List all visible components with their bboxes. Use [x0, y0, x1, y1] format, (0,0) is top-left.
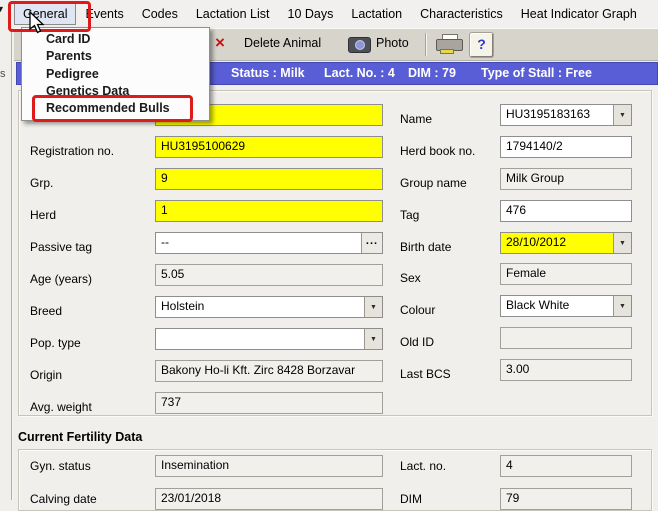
- pop-type-label: Pop. type: [30, 332, 81, 354]
- menu-item-card-id[interactable]: Card ID: [46, 31, 90, 48]
- birth-date-dropdown-button[interactable]: ▼: [613, 233, 631, 253]
- menu-events[interactable]: Events: [76, 3, 132, 25]
- menu-item-parents[interactable]: Parents: [46, 48, 92, 65]
- passive-tag-label: Passive tag: [30, 236, 92, 258]
- photo-button[interactable]: Photo: [376, 36, 409, 50]
- passive-tag-value[interactable]: --: [156, 233, 361, 253]
- herd-book-no-field[interactable]: 1794140/2: [500, 136, 632, 158]
- status-stall-type: Type of Stall : Free: [481, 66, 592, 80]
- menu-general[interactable]: General: [14, 3, 76, 25]
- avg-weight-field: 737: [155, 392, 383, 414]
- chevron-down-icon: ▼: [370, 298, 377, 317]
- left-panel-text-fragment: s: [0, 68, 6, 80]
- pop-type-combobox[interactable]: ▼: [155, 328, 383, 350]
- herd-field[interactable]: 1: [155, 200, 383, 222]
- grp-field[interactable]: 9: [155, 168, 383, 190]
- menu-10-days[interactable]: 10 Days: [279, 3, 343, 25]
- toolbar-separator: [425, 33, 427, 56]
- colour-value[interactable]: Black White: [501, 296, 613, 316]
- breed-dropdown-button[interactable]: ▼: [364, 297, 382, 317]
- colour-label: Colour: [400, 299, 435, 321]
- age-field: 5.05: [155, 264, 383, 286]
- chevron-down-icon: ▼: [619, 106, 626, 125]
- delete-x-icon: ×: [215, 32, 225, 54]
- fertility-section-title: Current Fertility Data: [18, 430, 142, 444]
- camera-lens: [355, 40, 365, 50]
- age-label: Age (years): [30, 268, 92, 290]
- name-dropdown-button[interactable]: ▼: [613, 105, 631, 125]
- status-lact-no: Lact. No. : 4: [324, 66, 395, 80]
- old-id-label: Old ID: [400, 331, 434, 353]
- colour-combobox[interactable]: Black White ▼: [500, 295, 632, 317]
- status-milk: Status : Milk: [231, 66, 305, 80]
- breed-value[interactable]: Holstein: [156, 297, 364, 317]
- name-value[interactable]: HU3195183163: [501, 105, 613, 125]
- delete-animal-button[interactable]: Delete Animal: [244, 36, 321, 50]
- pop-type-dropdown-button[interactable]: ▼: [364, 329, 382, 349]
- grp-label: Grp.: [30, 172, 53, 194]
- chevron-down-icon: ▼: [370, 330, 377, 349]
- window-caret-icon: ▼: [0, 4, 5, 14]
- lact-no-label: Lact. no.: [400, 455, 446, 477]
- tag-field[interactable]: 476: [500, 200, 632, 222]
- passive-tag-browse-button[interactable]: ...: [361, 233, 382, 253]
- old-id-field: [500, 327, 632, 349]
- origin-field: Bakony Ho-li Kft. Zirc 8428 Borzavar: [155, 360, 383, 382]
- menu-item-pedigree[interactable]: Pedigree: [46, 66, 99, 83]
- sex-field: Female: [500, 263, 632, 285]
- lact-no-field: 4: [500, 455, 632, 477]
- last-bcs-label: Last BCS: [400, 363, 451, 385]
- menu-lactation-list[interactable]: Lactation List: [187, 3, 279, 25]
- registration-no-label: Registration no.: [30, 140, 114, 162]
- calving-date-field: 23/01/2018: [155, 488, 383, 510]
- birth-date-picker[interactable]: 28/10/2012 ▼: [500, 232, 632, 254]
- sex-label: Sex: [400, 267, 421, 289]
- print-button[interactable]: [436, 34, 463, 54]
- help-button[interactable]: ?: [470, 33, 493, 57]
- menu-item-recommended-bulls[interactable]: Recommended Bulls: [46, 100, 170, 117]
- chevron-down-icon: ▼: [619, 297, 626, 316]
- menu-bar: General Events Codes Lactation List 10 D…: [14, 0, 658, 28]
- status-dim: DIM : 79: [408, 66, 456, 80]
- avg-weight-label: Avg. weight: [30, 396, 92, 418]
- group-name-field: Milk Group: [500, 168, 632, 190]
- camera-icon: [348, 37, 371, 53]
- origin-label: Origin: [30, 364, 62, 386]
- herd-book-no-label: Herd book no.: [400, 140, 475, 162]
- panel-divider: [11, 30, 13, 500]
- tag-label: Tag: [400, 204, 419, 226]
- breed-label: Breed: [30, 300, 62, 322]
- herd-label: Herd: [30, 204, 56, 226]
- printer-slot: [440, 49, 454, 54]
- last-bcs-field: 3.00: [500, 359, 632, 381]
- chevron-down-icon: ▼: [619, 234, 626, 253]
- gyn-status-field: Insemination: [155, 455, 383, 477]
- colour-dropdown-button[interactable]: ▼: [613, 296, 631, 316]
- calving-date-label: Calving date: [30, 488, 97, 510]
- dim-field: 79: [500, 488, 632, 510]
- registration-no-field[interactable]: HU3195100629: [155, 136, 383, 158]
- birth-date-label: Birth date: [400, 236, 451, 258]
- menu-codes[interactable]: Codes: [133, 3, 187, 25]
- pop-type-value[interactable]: [156, 329, 364, 349]
- breed-combobox[interactable]: Holstein ▼: [155, 296, 383, 318]
- menu-lactation[interactable]: Lactation: [342, 3, 411, 25]
- birth-date-value[interactable]: 28/10/2012: [501, 233, 613, 253]
- passive-tag-field[interactable]: -- ...: [155, 232, 383, 254]
- name-combobox[interactable]: HU3195183163 ▼: [500, 104, 632, 126]
- menu-characteristics[interactable]: Characteristics: [411, 3, 512, 25]
- dim-label: DIM: [400, 488, 422, 510]
- name-label: Name: [400, 108, 432, 130]
- group-name-label: Group name: [400, 172, 467, 194]
- menu-item-genetics-data[interactable]: Genetics Data: [46, 83, 129, 100]
- gyn-status-label: Gyn. status: [30, 455, 91, 477]
- general-dropdown-menu: Card ID Parents Pedigree Genetics Data R…: [21, 27, 210, 121]
- menu-heat-indicator-graph[interactable]: Heat Indicator Graph: [512, 3, 646, 25]
